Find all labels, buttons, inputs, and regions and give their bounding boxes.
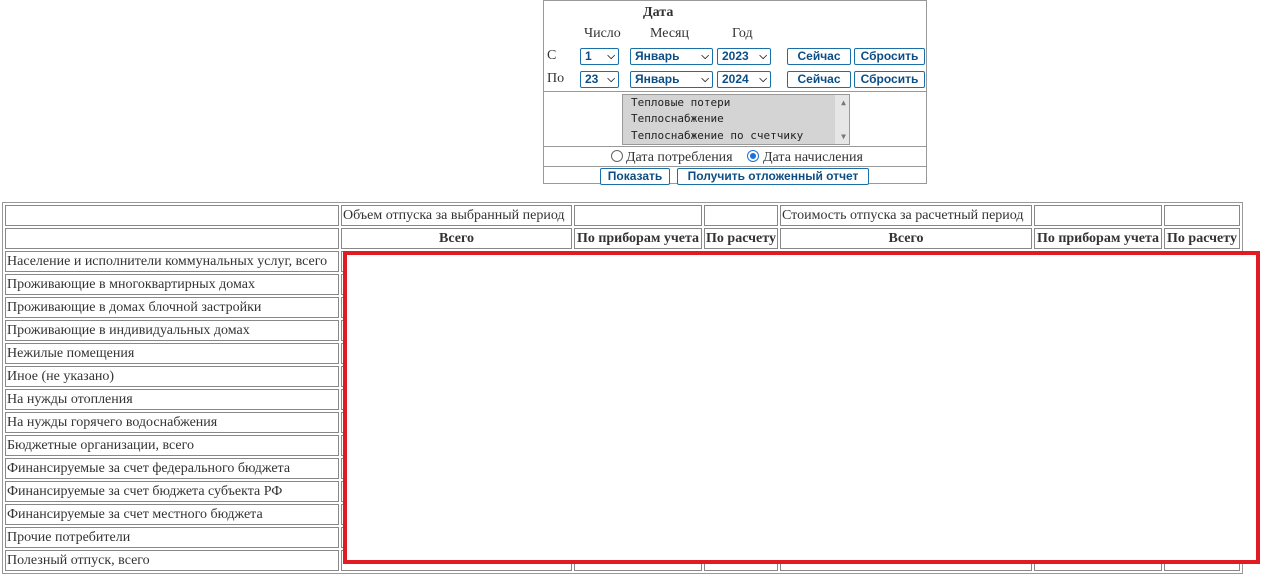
header-empty-cell [5,205,339,226]
cost-group-header: Стоимость отпуска за расчетный период [780,205,1032,226]
row-label: Иное (не указано) [5,366,339,387]
deferred-report-button[interactable]: Получить отложенный отчет [677,168,869,185]
chevron-down-icon: ⌵ [701,74,709,85]
row-label: Бюджетные организации, всего [5,435,339,456]
scroll-up-icon[interactable]: ▲ [841,98,846,107]
volume-meter-header: По приборам учета [574,228,702,249]
radio-consumption-label: Дата потребления [626,150,733,165]
from-day-select[interactable]: 1 ⌵ [580,48,619,65]
from-now-button[interactable]: Сейчас [787,48,851,65]
to-day-select[interactable]: 23 ⌵ [580,71,619,88]
row-label: Финансируемые за счет бюджета субъекта Р… [5,481,339,502]
cost-total-header: Всего [780,228,1032,249]
to-month-select[interactable]: Январь ⌵ [630,71,713,88]
month-column-label: Месяц [650,26,689,41]
from-year-select[interactable]: 2023 ⌵ [717,48,771,65]
radio-consumption-date[interactable] [611,150,623,162]
volume-calc-header: По расчету [704,228,778,249]
cost-calc-header: По расчету [1164,228,1240,249]
show-button[interactable]: Показать [600,168,670,185]
listbox-scrollbar[interactable]: ▲ ▼ [835,95,849,144]
cost-meter-header: По приборам учета [1034,228,1162,249]
day-column-label: Число [584,26,621,41]
row-label: Проживающие в индивидуальных домах [5,320,339,341]
type-option[interactable]: Теплоснабжение [631,111,724,127]
header-empty-cell [704,205,778,226]
radio-accrual-label: Дата начисления [763,150,863,165]
chevron-down-icon: ⌵ [607,51,615,62]
row-label: На нужды горячего водоснабжения [5,412,339,433]
header-empty-cell [1164,205,1240,226]
row-label: Прочие потребители [5,527,339,548]
divider [544,91,926,92]
table-header-row: Объем отпуска за выбранный период Стоимо… [5,205,1240,226]
row-label: Финансируемые за счет федерального бюдже… [5,458,339,479]
divider [544,146,926,147]
chevron-down-icon: ⌵ [759,51,767,62]
type-option[interactable]: Тепловые потери [631,95,730,111]
row-label: Проживающие в многоквартирных домах [5,274,339,295]
report-type-listbox[interactable]: Тепловые потери Теплоснабжение Теплоснаб… [622,94,850,145]
chevron-down-icon: ⌵ [701,51,709,62]
to-year-select[interactable]: 2024 ⌵ [717,71,771,88]
type-option[interactable]: Теплоснабжение по счетчику [631,128,803,144]
table-subheader-row: Всего По приборам учета По расчету Всего… [5,228,1240,249]
date-header: Дата [643,5,674,20]
volume-total-header: Всего [341,228,572,249]
row-label: Проживающие в домах блочной застройки [5,297,339,318]
row-label: Нежилые помещения [5,343,339,364]
volume-group-header: Объем отпуска за выбранный период [341,205,572,226]
year-column-label: Год [732,26,753,41]
from-label: С [547,48,557,63]
divider [544,166,926,167]
from-month-select[interactable]: Январь ⌵ [630,48,713,65]
radio-accrual-date[interactable] [747,150,759,162]
row-label: Население и исполнители коммунальных усл… [5,251,339,272]
row-label: Полезный отпуск, всего [5,550,339,571]
header-empty-cell [1034,205,1162,226]
chevron-down-icon: ⌵ [759,74,767,85]
header-empty-cell [574,205,702,226]
to-label: По [547,71,565,86]
to-reset-button[interactable]: Сбросить [854,71,925,88]
header-empty-cell [5,228,339,249]
row-label: Финансируемые за счет местного бюджета [5,504,339,525]
row-label: На нужды отопления [5,389,339,410]
report-filter-panel: Дата Число Месяц Год С 1 ⌵ Январь ⌵ 2023 ⌵ … [543,0,927,185]
to-now-button[interactable]: Сейчас [787,71,851,88]
scroll-down-icon[interactable]: ▼ [841,132,846,141]
from-reset-button[interactable]: Сбросить [854,48,925,65]
redacted-values-area [343,251,1260,564]
chevron-down-icon: ⌵ [607,74,615,85]
